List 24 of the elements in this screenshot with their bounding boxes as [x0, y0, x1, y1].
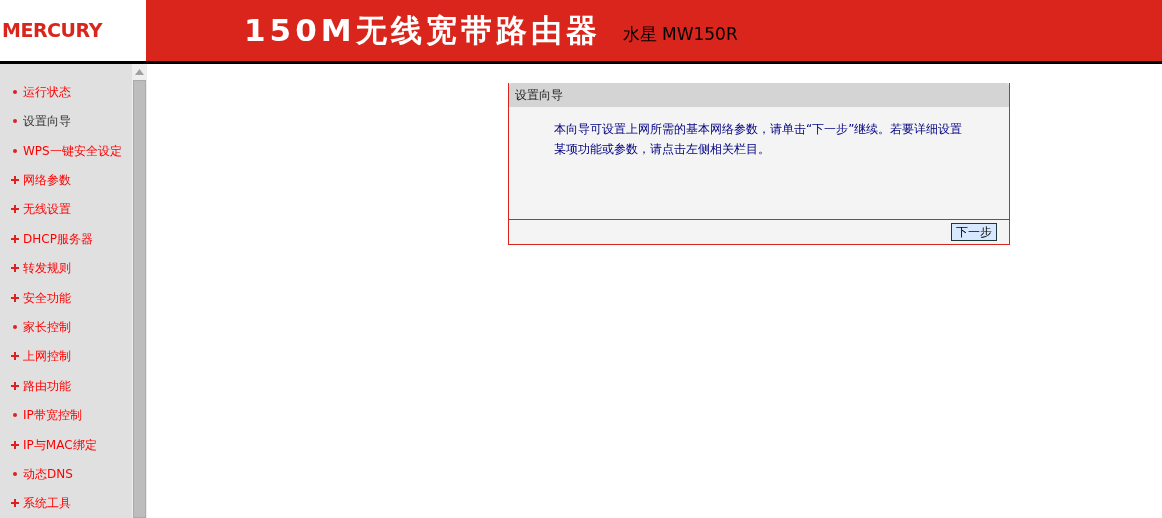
model-name: 水星 MW150R: [622, 22, 738, 46]
panel-title: 设置向导: [515, 87, 563, 104]
menu-item[interactable]: 路由功能: [23, 376, 71, 395]
logo: MERCURY: [1, 18, 102, 44]
menu-item[interactable]: IP带宽控制: [23, 406, 82, 425]
menu-item[interactable]: 系统工具: [23, 494, 71, 513]
menu-item[interactable]: 无线设置: [23, 200, 71, 219]
menu-item[interactable]: DHCP服务器: [23, 229, 93, 248]
menu-item[interactable]: 家长控制: [23, 317, 71, 336]
menu-item[interactable]: WPS一键安全设定: [23, 141, 122, 160]
scroll-thumb[interactable]: [133, 80, 146, 518]
wizard-description: 本向导可设置上网所需的基本网络参数，请单击“下一步”继续。若要详细设置某项功能或参数，请点击左侧相关栏目。: [554, 121, 964, 158]
menu-item[interactable]: 运行状态: [23, 82, 71, 101]
menu-item[interactable]: 转发规则: [23, 259, 71, 278]
scrollbar[interactable]: [132, 64, 147, 518]
menu-item[interactable]: IP与MAC绑定: [23, 435, 97, 454]
menu-item[interactable]: 网络参数: [23, 170, 71, 189]
scroll-up-icon[interactable]: [135, 69, 144, 75]
menu-item[interactable]: 安全功能: [23, 288, 71, 307]
menu-item[interactable]: 动态DNS: [23, 465, 73, 483]
menu-item[interactable]: 上网控制: [23, 347, 71, 366]
next-button[interactable]: 下一步: [951, 223, 997, 241]
product-title: 150M无线宽带路由器: [244, 11, 601, 51]
menu-item[interactable]: 设置向导: [23, 112, 71, 131]
